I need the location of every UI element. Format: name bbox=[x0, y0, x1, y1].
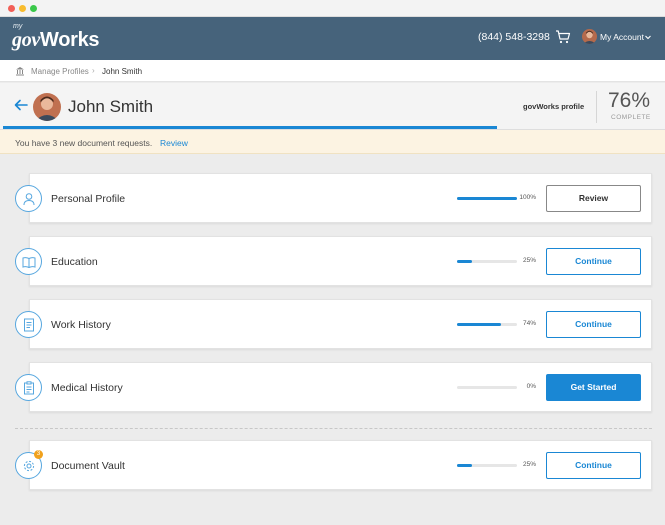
profile-name: John Smith bbox=[68, 97, 154, 116]
cart-icon[interactable] bbox=[555, 29, 571, 45]
section-percent: 74% bbox=[522, 320, 536, 327]
clipboard-icon bbox=[24, 381, 34, 395]
work-history-continue-button[interactable]: Continue bbox=[546, 311, 641, 338]
education-continue-button[interactable]: Continue bbox=[546, 248, 641, 275]
close-window-button[interactable] bbox=[8, 5, 15, 12]
section-medical-history: Medical History 0% Get Started bbox=[0, 362, 665, 412]
profile-progress-bar bbox=[3, 126, 497, 129]
logo-wordmark: govWorks bbox=[12, 29, 100, 52]
personal-profile-review-button[interactable]: Review bbox=[546, 185, 641, 212]
breadcrumb-manage-profiles[interactable]: Manage Profiles bbox=[31, 67, 89, 76]
section-title: Medical History bbox=[51, 382, 123, 394]
logo-works-text: Works bbox=[39, 29, 100, 51]
gear-icon bbox=[23, 460, 35, 472]
profile-label: govWorks profile bbox=[523, 102, 585, 111]
medical-history-get-started-button[interactable]: Get Started bbox=[546, 374, 641, 401]
section-document-vault: 3 Document Vault 25% Continue bbox=[0, 440, 665, 490]
maximize-window-button[interactable] bbox=[30, 5, 37, 12]
card-education: Education 25% Continue bbox=[29, 236, 652, 286]
notice-text: You have 3 new document requests. bbox=[15, 138, 153, 148]
section-progress-fill bbox=[457, 260, 472, 263]
profile-percent: 76% bbox=[608, 89, 651, 112]
chevron-down-icon[interactable] bbox=[644, 33, 652, 41]
section-percent: 0% bbox=[526, 383, 536, 390]
notification-badge: 3 bbox=[34, 450, 43, 459]
logo-gov-text: gov bbox=[12, 29, 40, 51]
institution-icon bbox=[16, 67, 24, 76]
document-requests-notice: You have 3 new document requests. Review bbox=[0, 130, 665, 154]
section-title: Education bbox=[51, 256, 98, 268]
document-vault-continue-button[interactable]: Continue bbox=[546, 452, 641, 479]
section-progress-fill bbox=[457, 464, 472, 467]
notice-review-link[interactable]: Review bbox=[160, 138, 188, 148]
my-account-menu[interactable]: My Account bbox=[600, 32, 644, 42]
card-document-vault: Document Vault 25% Continue bbox=[29, 440, 652, 490]
section-work-history: Work History 74% Continue bbox=[0, 299, 665, 349]
education-icon-circle bbox=[15, 248, 42, 275]
back-arrow-icon[interactable] bbox=[14, 99, 28, 111]
account-avatar[interactable] bbox=[582, 29, 597, 44]
section-progress-fill bbox=[457, 323, 502, 326]
section-title: Document Vault bbox=[51, 460, 125, 472]
breadcrumb: Manage Profiles › John Smith bbox=[0, 60, 665, 82]
section-title: Work History bbox=[51, 319, 111, 331]
window-chrome bbox=[0, 0, 665, 17]
document-vault-icon-circle: 3 bbox=[15, 450, 43, 479]
avatar bbox=[33, 93, 61, 121]
section-personal-profile: Personal Profile 100% Review bbox=[0, 173, 665, 223]
card-work-history: Work History 74% Continue bbox=[29, 299, 652, 349]
card-personal-profile: Personal Profile 100% Review bbox=[29, 173, 652, 223]
section-title: Personal Profile bbox=[51, 193, 126, 205]
section-percent: 25% bbox=[522, 461, 536, 468]
section-divider bbox=[15, 428, 652, 429]
work-history-icon-circle bbox=[15, 311, 42, 338]
book-icon bbox=[22, 257, 36, 269]
person-icon bbox=[23, 193, 35, 206]
medical-history-icon-circle bbox=[15, 374, 42, 401]
breadcrumb-separator: › bbox=[92, 66, 95, 75]
breadcrumb-current: John Smith bbox=[102, 67, 143, 76]
section-percent: 25% bbox=[522, 257, 536, 264]
profile-percent-label: COMPLETE bbox=[611, 114, 651, 121]
top-navbar: my govWorks (844) 548-3298 My Account bbox=[0, 17, 665, 60]
card-medical-history: Medical History 0% Get Started bbox=[29, 362, 652, 412]
section-percent: 100% bbox=[519, 194, 536, 201]
header-divider bbox=[596, 91, 597, 123]
minimize-window-button[interactable] bbox=[19, 5, 26, 12]
document-icon bbox=[24, 318, 34, 332]
profile-header: John Smith govWorks profile 76% COMPLETE bbox=[0, 83, 665, 130]
phone-number[interactable]: (844) 548-3298 bbox=[478, 31, 550, 43]
personal-profile-icon-circle bbox=[15, 185, 42, 212]
section-education: Education 25% Continue bbox=[0, 236, 665, 286]
